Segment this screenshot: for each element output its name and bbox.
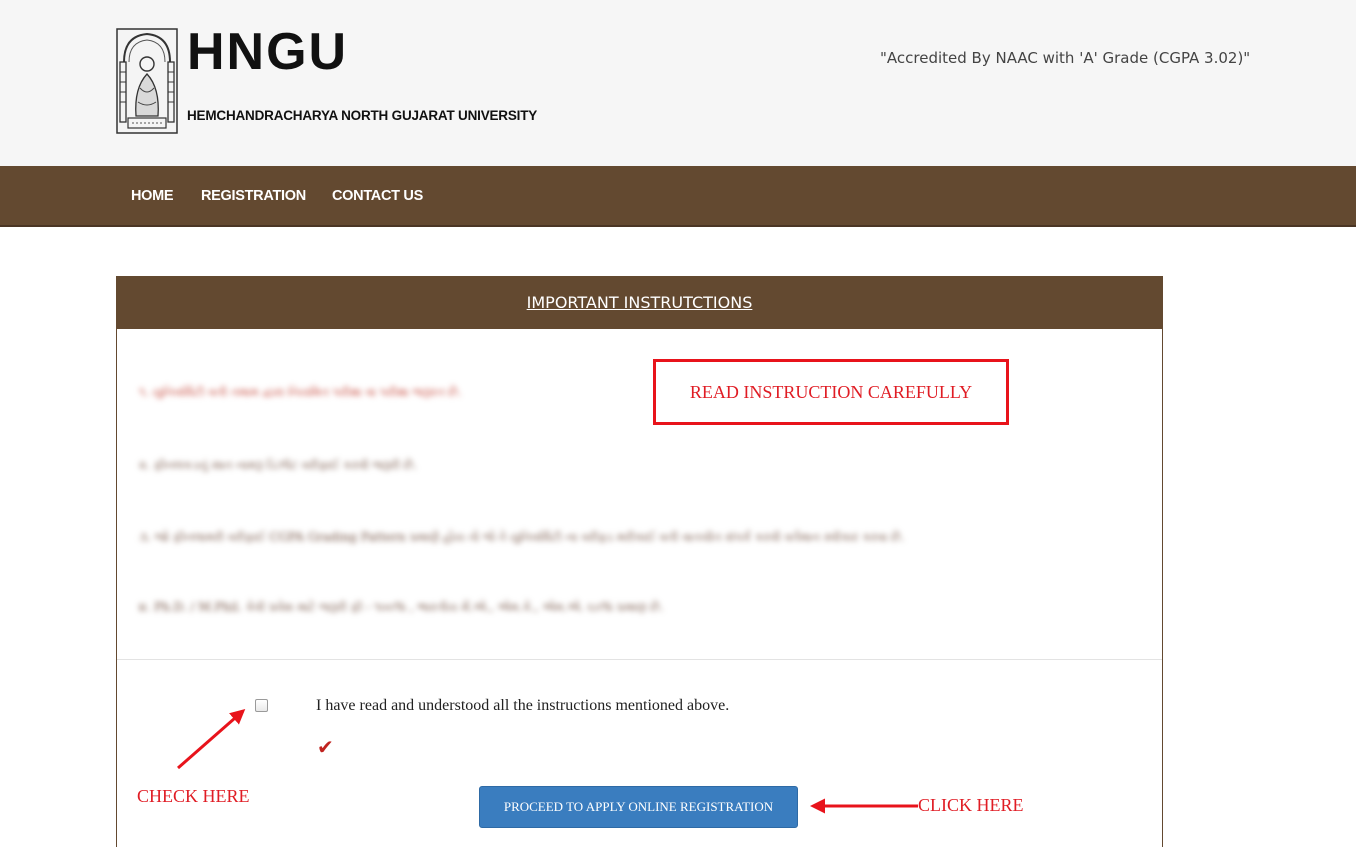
read-carefully-callout: READ INSTRUCTION CAREFULLY	[653, 359, 1009, 425]
nav-registration[interactable]: REGISTRATION	[201, 188, 306, 204]
nav-contact-us[interactable]: CONTACT US	[332, 188, 423, 204]
click-here-annotation: CLICK HERE	[918, 795, 1024, 815]
instructions-panel: IMPORTANT INSTRUTCTIONS ૧. યુનિવર્સિટી વ…	[116, 276, 1163, 847]
instruction-item-2: ૨. ફીનલકડનું સાત નામરૂ ડિઝીટ વરીફાઈ કરવી…	[139, 458, 417, 472]
check-here-annotation: CHECK HERE	[137, 786, 250, 806]
checkmark-icon: ✔	[317, 735, 334, 759]
instruction-item-3: ૩. જો ફીનલામરી વરીફાઈ CGPA Grading Patte…	[139, 530, 905, 544]
agree-checkbox[interactable]	[255, 699, 268, 712]
panel-title: IMPORTANT INSTRUTCTIONS	[526, 293, 753, 312]
site-header: HNGU HEMCHANDRACHARYA NORTH GUJARAT UNIV…	[0, 0, 1356, 166]
nav-home[interactable]: HOME	[131, 188, 174, 204]
university-emblem-icon	[116, 28, 178, 134]
panel-divider	[117, 659, 1162, 660]
main-navbar: HOME REGISTRATION CONTACT US	[0, 166, 1356, 227]
read-carefully-text: READ INSTRUCTION CAREFULLY	[689, 382, 973, 402]
instruction-item-1: ૧. યુનિવર્સિટી વતી તમામ દ્વારા નિયમિત પર…	[139, 385, 462, 399]
accreditation-note: "Accredited By NAAC with 'A' Grade (CGPA…	[880, 49, 1251, 67]
university-full-name: HEMCHANDRACHARYA NORTH GUJARAT UNIVERSIT…	[187, 108, 538, 123]
panel-header: IMPORTANT INSTRUTCTIONS	[117, 277, 1162, 329]
brand-logo-text: HNGU	[187, 23, 349, 81]
agree-label: I have read and understood all the instr…	[316, 697, 730, 714]
proceed-registration-button[interactable]: PROCEED TO APPLY ONLINE REGISTRATION	[479, 786, 798, 828]
instruction-item-4: ૪. Ph.D. / M.Phil. કેવી પ્રવેશ માટે જરૂર…	[139, 600, 664, 614]
